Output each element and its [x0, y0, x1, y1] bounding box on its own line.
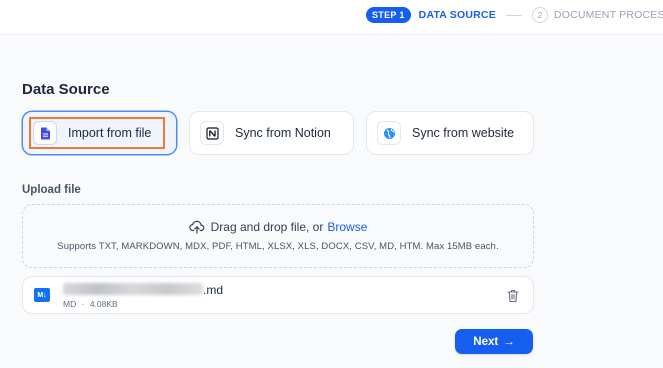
- upload-file-title: Upload file: [22, 184, 81, 196]
- file-dropzone[interactable]: Drag and drop file, or Browse Supports T…: [22, 204, 534, 268]
- file-size: 4.08KB: [89, 299, 118, 309]
- step-1-label: DATA SOURCE: [418, 9, 496, 21]
- file-extension: .md: [203, 283, 224, 297]
- step-1-badge: STEP 1: [366, 7, 411, 23]
- stepper: STEP 1 DATA SOURCE 2 DOCUMENT PROCESSING: [366, 7, 663, 23]
- file-type: MD: [63, 299, 77, 309]
- upload-cloud-icon: [188, 220, 204, 234]
- source-label: Sync from Notion: [235, 126, 331, 140]
- notion-icon: [200, 121, 224, 145]
- browse-link[interactable]: Browse: [327, 220, 367, 234]
- source-sync-from-website[interactable]: Sync from website: [366, 111, 534, 155]
- uploaded-file-item[interactable]: M↓ .md MD · 4.08KB: [22, 276, 534, 314]
- drop-instructions: Drag and drop file, or: [210, 220, 324, 234]
- file-name: .md: [63, 283, 223, 297]
- step-divider: [505, 14, 522, 16]
- arrow-right-icon: →: [503, 335, 515, 348]
- file-meta: MD · 4.08KB: [63, 299, 118, 309]
- highlight-annotation: [29, 117, 165, 149]
- step-2-number: 2: [531, 7, 548, 23]
- dropzone-text: Drag and drop file, or Browse: [23, 220, 533, 234]
- step-2-label: DOCUMENT PROCESSING: [553, 9, 663, 21]
- trash-icon[interactable]: [507, 289, 519, 303]
- globe-icon: [377, 121, 401, 145]
- next-button-label: Next: [473, 335, 499, 348]
- file-meta-separator: ·: [81, 299, 85, 309]
- page-title: Data Source: [22, 81, 110, 98]
- source-label: Sync from website: [412, 126, 515, 140]
- source-sync-from-notion[interactable]: Sync from Notion: [189, 111, 354, 155]
- markdown-file-icon: M↓: [34, 288, 50, 302]
- supported-formats-text: Supports TXT, MARKDOWN, MDX, PDF, HTML, …: [57, 241, 499, 252]
- next-button[interactable]: Next →: [455, 329, 533, 354]
- top-bar: STEP 1 DATA SOURCE 2 DOCUMENT PROCESSING: [0, 0, 663, 35]
- redacted-file-name: [63, 283, 203, 295]
